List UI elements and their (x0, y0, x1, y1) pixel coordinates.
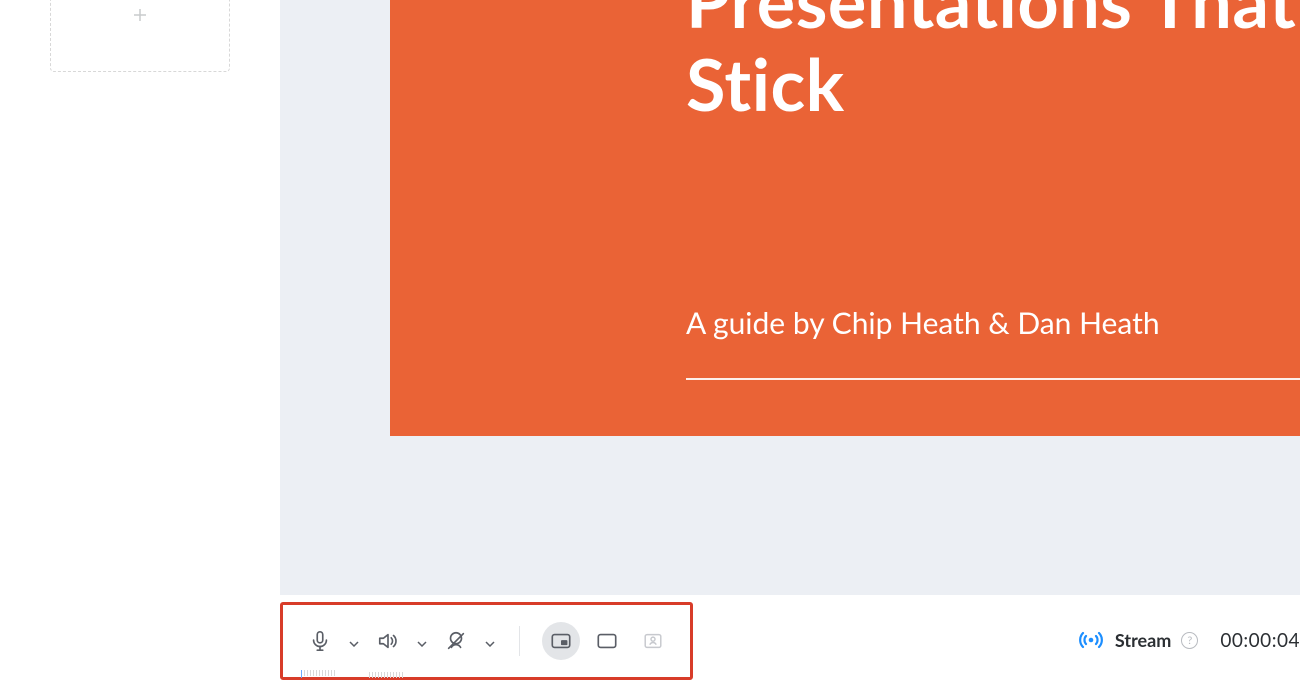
camera-button[interactable] (437, 622, 475, 660)
microphone-button[interactable] (301, 622, 339, 660)
layout-full-button[interactable] (588, 622, 626, 660)
stream-label: Stream (1115, 629, 1171, 651)
stream-timer: 00:00:04 (1220, 629, 1300, 652)
camera-off-icon (445, 630, 467, 652)
toolbar-divider (519, 626, 520, 656)
layout-speaker-button[interactable] (634, 622, 672, 660)
speaker-button[interactable] (369, 622, 407, 660)
av-controls-group (280, 602, 693, 680)
slide-subtitle: A guide by Chip Heath & Dan Heath (686, 305, 1160, 341)
slide-thumbnails-panel (0, 0, 280, 685)
stream-status[interactable]: Stream ? (1077, 629, 1198, 651)
add-slide-button[interactable] (50, 0, 230, 72)
slide-divider (686, 378, 1300, 380)
microphone-options-caret[interactable] (347, 632, 361, 651)
toolbar-leading-spacer (0, 595, 280, 685)
chevron-down-icon (485, 632, 495, 651)
layout-full-icon (596, 630, 618, 652)
chevron-down-icon (417, 632, 427, 651)
chevron-down-icon (349, 632, 359, 651)
microphone-icon (309, 630, 331, 652)
layout-pip-button[interactable] (542, 622, 580, 660)
mic-level-meter (301, 670, 335, 678)
slide-canvas: Presentations That Stick A guide by Chip… (280, 0, 1300, 595)
presenter-toolbar: Stream ? 00:00:04 (0, 595, 1300, 685)
speaker-options-caret[interactable] (415, 632, 429, 651)
speaker-level-meter (369, 672, 403, 678)
plus-icon (131, 6, 149, 28)
layout-pip-icon (550, 630, 572, 652)
stream-help-icon[interactable]: ? (1181, 632, 1198, 649)
camera-options-caret[interactable] (483, 632, 497, 651)
layout-speaker-icon (642, 630, 664, 652)
speaker-icon (377, 630, 399, 652)
broadcast-icon (1077, 629, 1105, 651)
current-slide: Presentations That Stick A guide by Chip… (390, 0, 1300, 436)
slide-title: Presentations That Stick (686, 0, 1296, 126)
